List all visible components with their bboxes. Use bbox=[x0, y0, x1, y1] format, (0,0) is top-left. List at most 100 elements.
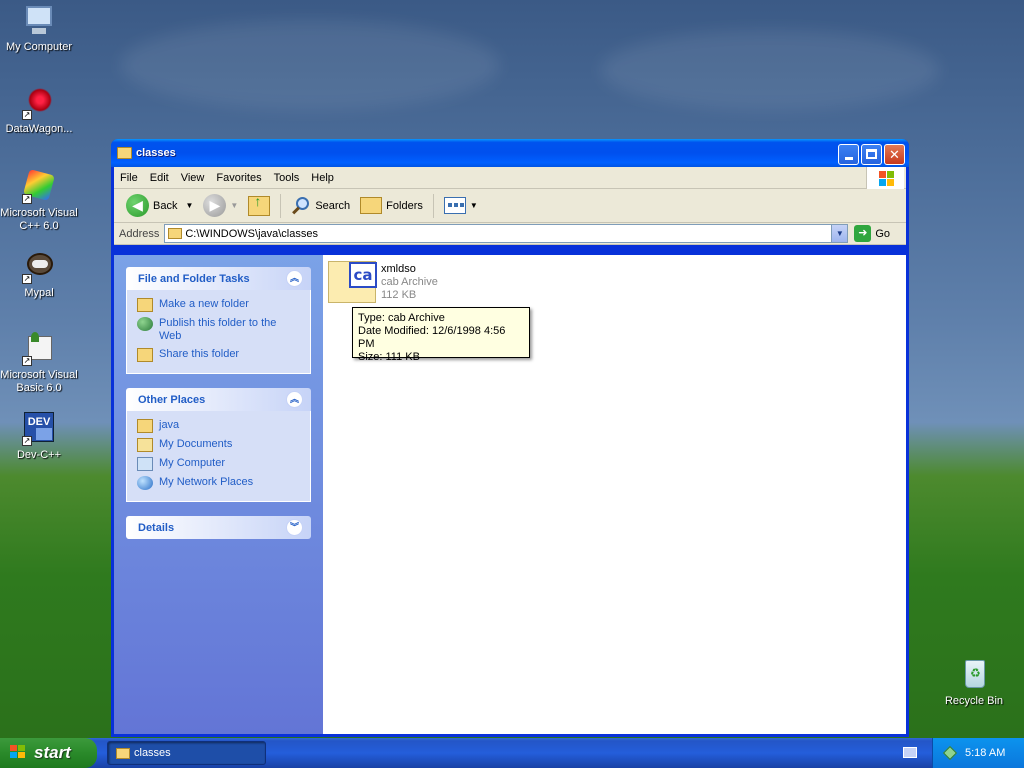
new-folder-icon bbox=[137, 298, 153, 312]
expand-icon[interactable]: ︾ bbox=[286, 519, 303, 536]
desktop-icon-datawagon[interactable]: ↗ DataWagon... bbox=[0, 86, 78, 136]
publish-folder-link[interactable]: Publish this folder to the Web bbox=[137, 317, 300, 343]
folders-icon bbox=[360, 197, 383, 214]
address-input[interactable]: C:\WINDOWS\java\classes ▼ bbox=[164, 224, 849, 243]
search-icon bbox=[291, 196, 311, 216]
link-label: Share this folder bbox=[159, 348, 240, 360]
keyboard-icon[interactable] bbox=[903, 747, 917, 758]
file-item[interactable]: ca xmldso cab Archive 112 KB bbox=[328, 261, 468, 309]
documents-icon bbox=[137, 438, 153, 452]
datawagon-icon: ↗ bbox=[22, 86, 56, 120]
menu-tools[interactable]: Tools bbox=[268, 172, 306, 184]
desktop-icon-dev-cpp[interactable]: DEV ↗ Dev-C++ bbox=[0, 412, 78, 462]
minimize-button[interactable] bbox=[838, 144, 859, 165]
place-my-computer-link[interactable]: My Computer bbox=[137, 457, 300, 471]
panel-header[interactable]: File and Folder Tasks ︽ bbox=[126, 267, 311, 290]
window-title: classes bbox=[136, 147, 176, 159]
panel-title: Other Places bbox=[138, 393, 206, 406]
menu-help[interactable]: Help bbox=[305, 172, 340, 184]
desktop-icon-mypal[interactable]: ↗ Mypal bbox=[0, 250, 78, 300]
panel-header[interactable]: Other Places ︽ bbox=[126, 388, 311, 411]
views-button[interactable]: ▼ bbox=[440, 192, 482, 220]
panel-header[interactable]: Details ︾ bbox=[126, 516, 311, 539]
toolbar-separator bbox=[432, 193, 434, 218]
back-button[interactable]: ◀ Back ▼ bbox=[122, 192, 197, 220]
explorer-window: classes ✕ File Edit View Favorites Tools… bbox=[111, 139, 909, 737]
file-size: 112 KB bbox=[381, 289, 417, 301]
menu-edit[interactable]: Edit bbox=[144, 172, 175, 184]
search-label: Search bbox=[315, 199, 351, 212]
system-tray: 5:18 AM bbox=[932, 738, 1024, 768]
cab-badge: ca bbox=[349, 262, 377, 288]
panel-body: Make a new folder Publish this folder to… bbox=[126, 290, 311, 374]
address-bar: Address C:\WINDOWS\java\classes ▼ ➜ Go bbox=[114, 223, 906, 245]
file-folder-tasks-panel: File and Folder Tasks ︽ Make a new folde… bbox=[126, 267, 311, 374]
toolbar: ◀ Back ▼ ▶ ▼ ↑ Search Folders ▼ bbox=[114, 189, 906, 223]
menu-view[interactable]: View bbox=[175, 172, 211, 184]
folder-icon bbox=[137, 419, 153, 433]
folder-icon bbox=[116, 748, 130, 759]
network-tray-icon[interactable] bbox=[942, 745, 958, 761]
link-label: Publish this folder to the Web bbox=[159, 317, 277, 342]
close-button[interactable]: ✕ bbox=[884, 144, 905, 165]
start-button[interactable]: start bbox=[0, 738, 97, 768]
back-arrow-icon: ◀ bbox=[126, 194, 149, 217]
menu-file[interactable]: File bbox=[114, 172, 144, 184]
address-value: C:\WINDOWS\java\classes bbox=[185, 227, 318, 240]
collapse-icon[interactable]: ︽ bbox=[286, 270, 303, 287]
place-my-documents-link[interactable]: My Documents bbox=[137, 438, 300, 452]
collapse-icon[interactable]: ︽ bbox=[286, 391, 303, 408]
go-arrow-icon: ➜ bbox=[854, 225, 872, 242]
computer-icon bbox=[22, 4, 56, 38]
shortcut-arrow-icon: ↗ bbox=[22, 274, 32, 284]
windows-logo-icon bbox=[866, 167, 904, 189]
menu-favorites[interactable]: Favorites bbox=[210, 172, 267, 184]
back-label: Back bbox=[153, 199, 178, 212]
tooltip-size: Size: 111 KB bbox=[358, 351, 420, 363]
desktop-icon-label: DataWagon... bbox=[5, 123, 73, 135]
place-java-link[interactable]: java bbox=[137, 419, 300, 433]
title-bar[interactable]: classes ✕ bbox=[111, 139, 909, 167]
cab-archive-icon: ca bbox=[328, 261, 377, 303]
folders-button[interactable]: Folders bbox=[356, 192, 427, 220]
link-label: java bbox=[159, 419, 180, 431]
folder-icon bbox=[168, 228, 183, 239]
link-label: My Computer bbox=[159, 457, 226, 469]
windows-flag-icon bbox=[10, 745, 28, 761]
mypal-icon: ↗ bbox=[22, 250, 56, 284]
folders-label: Folders bbox=[386, 199, 423, 212]
file-type: cab Archive bbox=[381, 276, 438, 288]
tooltip-type: Type: cab Archive bbox=[358, 312, 445, 324]
desktop-icon-my-computer[interactable]: My Computer bbox=[0, 4, 78, 54]
address-label: Address bbox=[119, 227, 160, 240]
forward-button[interactable]: ▶ ▼ bbox=[199, 192, 242, 220]
desktop-icon-visual-basic[interactable]: ↗ Microsoft Visual Basic 6.0 bbox=[0, 332, 78, 395]
desktop-icon-recycle-bin[interactable]: ♻ Recycle Bin bbox=[935, 658, 1013, 708]
clock[interactable]: 5:18 AM bbox=[965, 747, 1005, 759]
desktop-icon-label: My Computer bbox=[5, 41, 73, 53]
taskbar-window-button[interactable]: classes bbox=[107, 741, 266, 765]
file-meta: xmldso cab Archive 112 KB bbox=[381, 263, 438, 302]
shortcut-arrow-icon: ↗ bbox=[22, 436, 32, 446]
share-folder-link[interactable]: Share this folder bbox=[137, 348, 300, 362]
share-folder-icon bbox=[137, 348, 153, 362]
desktop-icon-label: Microsoft Visual Basic 6.0 bbox=[0, 369, 78, 394]
go-button[interactable]: ➜ Go bbox=[854, 225, 890, 242]
maximize-button[interactable] bbox=[861, 144, 882, 165]
cloud bbox=[120, 20, 500, 110]
desktop-icon-label: Recycle Bin bbox=[944, 695, 1004, 707]
panel-title: File and Folder Tasks bbox=[138, 272, 250, 285]
place-network-link[interactable]: My Network Places bbox=[137, 476, 300, 490]
link-label: My Documents bbox=[159, 438, 233, 450]
shortcut-arrow-icon: ↗ bbox=[22, 356, 32, 366]
address-dropdown-icon[interactable]: ▼ bbox=[831, 225, 848, 242]
forward-dropdown-icon[interactable]: ▼ bbox=[230, 201, 238, 210]
search-button[interactable]: Search bbox=[287, 192, 354, 220]
make-new-folder-link[interactable]: Make a new folder bbox=[137, 298, 300, 312]
up-folder-button[interactable]: ↑ bbox=[244, 192, 274, 220]
taskbar-window-label: classes bbox=[134, 747, 171, 759]
back-dropdown-icon[interactable]: ▼ bbox=[185, 201, 193, 210]
file-name: xmldso bbox=[381, 263, 416, 275]
cloud bbox=[600, 30, 940, 110]
desktop-icon-visual-cpp[interactable]: ↗ Microsoft Visual C++ 6.0 bbox=[0, 169, 78, 233]
